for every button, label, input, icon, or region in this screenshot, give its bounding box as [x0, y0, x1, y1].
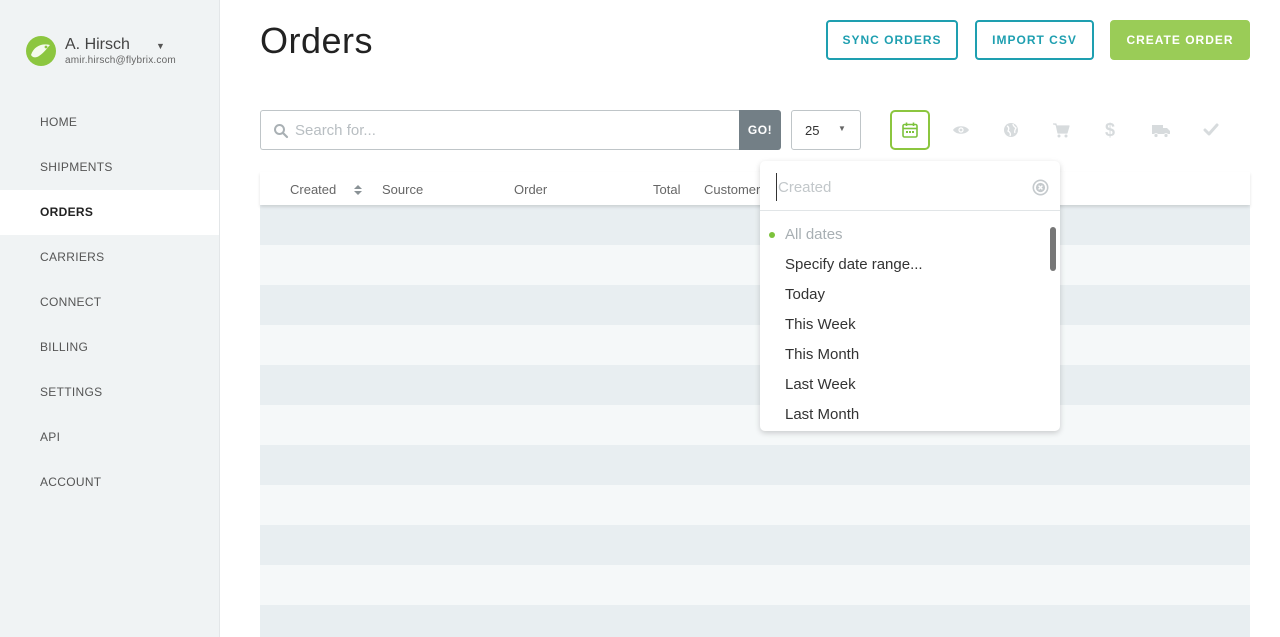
search-icon	[274, 124, 289, 139]
sidebar: A. Hirsch ▼ amir.hirsch@flybrix.com HOME…	[0, 0, 220, 637]
import-csv-button[interactable]: IMPORT CSV	[975, 20, 1094, 60]
caret-down-icon: ▼	[838, 124, 846, 133]
check-icon	[1203, 123, 1219, 136]
table-row	[260, 605, 1250, 637]
sidebar-item-account[interactable]: ACCOUNT	[0, 460, 219, 505]
search-input[interactable]	[295, 112, 735, 148]
table-row	[260, 445, 1250, 485]
option-label: This Month	[785, 346, 860, 363]
caret-down-icon[interactable]: ▼	[156, 41, 165, 51]
option-label: This Week	[785, 316, 856, 333]
sidebar-item-api[interactable]: API	[0, 415, 219, 460]
orders-table: Created Source Order Total Customer	[260, 172, 1250, 637]
filter-visibility-button[interactable]	[941, 110, 981, 150]
page-title: Orders	[260, 20, 374, 61]
date-filter-search	[760, 161, 1060, 211]
option-last-month[interactable]: Last Month	[760, 400, 1060, 430]
sidebar-nav: HOME SHIPMENTS ORDERS CARRIERS CONNECT B…	[0, 100, 219, 505]
selected-dot-icon	[769, 232, 775, 238]
sidebar-item-carriers[interactable]: CARRIERS	[0, 235, 219, 280]
globe-icon	[1004, 123, 1018, 137]
per-page-select[interactable]: 25 ▼	[791, 110, 861, 150]
table-row	[260, 245, 1250, 285]
truck-icon	[1152, 124, 1170, 138]
sync-orders-button[interactable]: SYNC ORDERS	[826, 20, 958, 60]
column-header-source[interactable]: Source	[382, 182, 423, 197]
sidebar-item-home[interactable]: HOME	[0, 100, 219, 145]
filter-status-button[interactable]	[1191, 110, 1231, 150]
option-label: Last Month	[785, 406, 860, 423]
option-this-month[interactable]: This Month	[760, 340, 1060, 370]
sidebar-item-shipments[interactable]: SHIPMENTS	[0, 145, 219, 190]
option-specify-date-range[interactable]: Specify date range...	[760, 250, 1060, 280]
filter-date-button[interactable]	[890, 110, 930, 150]
option-today[interactable]: Today	[760, 280, 1060, 310]
sidebar-item-orders[interactable]: ORDERS	[0, 190, 219, 235]
date-filter-input[interactable]	[776, 173, 1026, 201]
dropdown-scrollbar[interactable]	[1050, 227, 1056, 271]
option-label: Specify date range...	[785, 256, 923, 273]
avatar	[26, 36, 56, 66]
filter-shipping-button[interactable]	[1141, 110, 1181, 150]
table-row	[260, 485, 1250, 525]
table-row	[260, 325, 1250, 365]
option-label: Today	[785, 286, 826, 303]
clear-icon[interactable]	[1032, 179, 1049, 196]
table-row	[260, 565, 1250, 605]
sort-icon[interactable]	[353, 184, 363, 196]
create-order-button[interactable]: CREATE ORDER	[1110, 20, 1250, 60]
per-page-value: 25	[805, 123, 820, 138]
table-row	[260, 525, 1250, 565]
filter-store-button[interactable]	[1041, 110, 1081, 150]
column-header-customer[interactable]: Customer	[704, 182, 760, 197]
sidebar-item-settings[interactable]: SETTINGS	[0, 370, 219, 415]
option-this-week[interactable]: This Week	[760, 310, 1060, 340]
table-row	[260, 205, 1250, 245]
column-header-total[interactable]: Total	[653, 182, 680, 197]
table-row	[260, 405, 1250, 445]
column-header-created[interactable]: Created	[290, 182, 336, 197]
option-last-week[interactable]: Last Week	[760, 370, 1060, 400]
option-label: All dates	[785, 226, 843, 243]
date-filter-dropdown: All dates Specify date range... Today Th…	[760, 161, 1060, 431]
option-label: Last Week	[785, 376, 856, 393]
dollar-icon: $	[1104, 120, 1115, 140]
user-email: amir.hirsch@flybrix.com	[65, 55, 176, 66]
calendar-icon	[902, 122, 918, 138]
column-header-order[interactable]: Order	[514, 182, 547, 197]
table-row	[260, 285, 1250, 325]
cart-icon	[1053, 123, 1070, 138]
user-name: A. Hirsch	[65, 36, 130, 53]
date-filter-options: All dates Specify date range... Today Th…	[760, 220, 1060, 430]
bird-logo-icon	[31, 44, 50, 58]
table-header: Created Source Order Total Customer	[260, 172, 1250, 205]
table-row	[260, 365, 1250, 405]
go-button[interactable]: GO!	[739, 110, 781, 150]
eye-icon	[953, 126, 969, 134]
sidebar-item-billing[interactable]: BILLING	[0, 325, 219, 370]
search-box	[260, 110, 740, 150]
sidebar-item-connect[interactable]: CONNECT	[0, 280, 219, 325]
option-all-dates[interactable]: All dates	[760, 220, 1060, 250]
filter-country-button[interactable]	[991, 110, 1031, 150]
filter-price-button[interactable]: $	[1090, 110, 1130, 150]
user-menu[interactable]: A. Hirsch ▼ amir.hirsch@flybrix.com	[24, 32, 204, 72]
